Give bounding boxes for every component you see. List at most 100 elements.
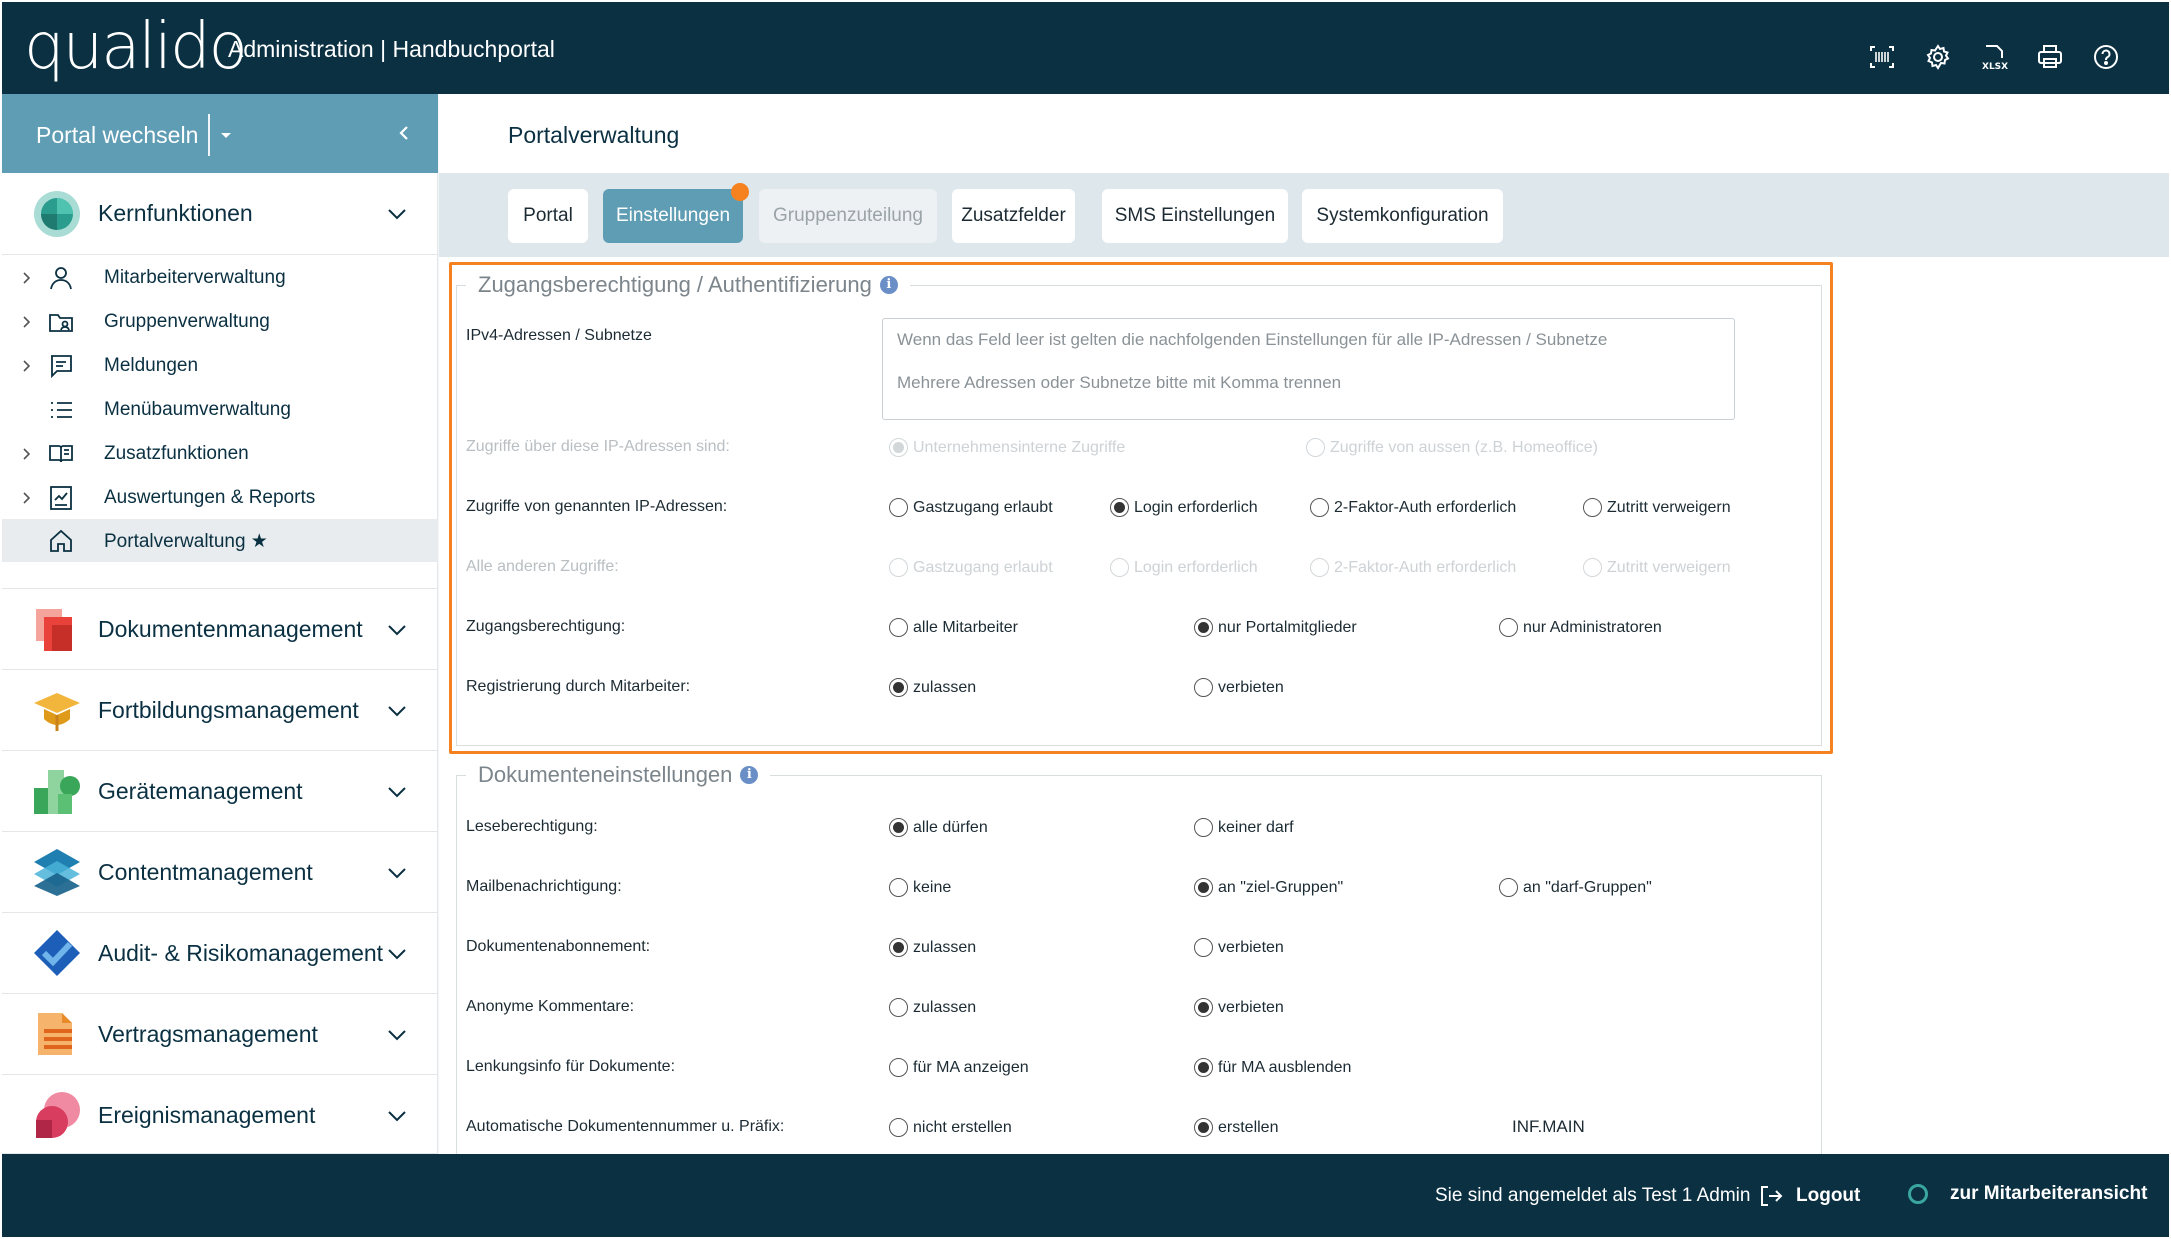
sidebar-item-menuebaumverwaltung[interactable]: Menübaumverwaltung xyxy=(2,388,438,431)
document-prefix-value[interactable]: INF.MAIN xyxy=(1512,1117,1585,1137)
section-dokumentenmanagement[interactable]: Dokumentenmanagement xyxy=(2,588,438,670)
radio-button[interactable] xyxy=(889,818,908,837)
section-ereignismanagement[interactable]: Ereignismanagement xyxy=(2,1075,438,1154)
radio-button[interactable] xyxy=(1194,618,1213,637)
radio-option[interactable]: 2-Faktor-Auth erforderlich xyxy=(1310,498,1516,517)
info-icon[interactable]: i xyxy=(879,276,898,294)
radio-option[interactable]: an "ziel-Gruppen" xyxy=(1194,878,1343,897)
radio-option[interactable]: nicht erstellen xyxy=(889,1118,1012,1137)
radio-option[interactable]: keine xyxy=(889,878,951,897)
chevron-down-icon[interactable] xyxy=(386,785,408,799)
tab-gruppenzuteilung[interactable]: Gruppenzuteilung xyxy=(759,189,937,243)
radio-option[interactable]: nur Portalmitglieder xyxy=(1194,618,1357,637)
radio-button[interactable] xyxy=(889,558,908,577)
radio-option[interactable]: für MA ausblenden xyxy=(1194,1058,1351,1077)
gear-icon[interactable] xyxy=(1923,42,1953,72)
employee-view-button[interactable]: zur Mitarbeiteransicht xyxy=(1908,1183,2147,1205)
radio-option[interactable]: für MA anzeigen xyxy=(889,1058,1029,1077)
radio-option[interactable]: Zutritt verweigern xyxy=(1583,498,1731,517)
radio-button[interactable] xyxy=(1194,678,1213,697)
radio-button[interactable] xyxy=(1194,938,1213,957)
radio-button[interactable] xyxy=(1194,878,1213,897)
radio-option[interactable]: zulassen xyxy=(889,998,976,1017)
radio-option[interactable]: Zutritt verweigern xyxy=(1583,558,1731,577)
radio-button[interactable] xyxy=(1583,498,1602,517)
chevron-down-icon[interactable] xyxy=(386,623,408,637)
tab-portal[interactable]: Portal xyxy=(508,189,588,243)
tab-systemkonfiguration[interactable]: Systemkonfiguration xyxy=(1302,189,1503,243)
help-icon[interactable] xyxy=(2091,42,2121,72)
ip-address-textarea[interactable]: Wenn das Feld leer ist gelten die nachfo… xyxy=(882,318,1735,420)
section-kernfunktionen[interactable]: Kernfunktionen xyxy=(2,173,438,255)
radio-option[interactable]: Login erforderlich xyxy=(1110,498,1258,517)
sidebar-item-gruppenverwaltung[interactable]: Gruppenverwaltung xyxy=(2,300,438,343)
barcode-icon[interactable] xyxy=(1867,42,1897,72)
radio-option[interactable]: verbieten xyxy=(1194,938,1284,957)
chevron-down-icon[interactable] xyxy=(386,947,408,961)
portal-switch-button[interactable]: Portal wechseln xyxy=(36,122,198,149)
sidebar-item-auswertungen[interactable]: Auswertungen & Reports xyxy=(2,476,438,519)
logout-button[interactable]: Logout xyxy=(1758,1183,1860,1209)
section-fortbildungsmanagement[interactable]: Fortbildungsmanagement xyxy=(2,670,438,751)
radio-button[interactable] xyxy=(1499,878,1518,897)
collapse-sidebar-icon[interactable] xyxy=(394,122,414,144)
chevron-right-icon[interactable] xyxy=(22,271,32,285)
radio-button[interactable] xyxy=(1499,618,1518,637)
radio-button[interactable] xyxy=(1194,818,1213,837)
caret-down-icon[interactable] xyxy=(218,128,234,142)
tab-sms-einstellungen[interactable]: SMS Einstellungen xyxy=(1102,189,1288,243)
section-vertragsmanagement[interactable]: Vertragsmanagement xyxy=(2,994,438,1075)
radio-button[interactable] xyxy=(1310,558,1329,577)
radio-button[interactable] xyxy=(1194,1058,1213,1077)
sidebar-item-meldungen[interactable]: Meldungen xyxy=(2,344,438,387)
radio-option[interactable]: an "darf-Gruppen" xyxy=(1499,878,1652,897)
radio-option[interactable]: nur Administratoren xyxy=(1499,618,1662,637)
chevron-right-icon[interactable] xyxy=(22,315,32,329)
radio-button[interactable] xyxy=(1110,558,1129,577)
section-contentmanagement[interactable]: Contentmanagement xyxy=(2,832,438,913)
chevron-up-icon[interactable] xyxy=(386,207,408,221)
radio-option[interactable]: 2-Faktor-Auth erforderlich xyxy=(1310,558,1516,577)
chevron-down-icon[interactable] xyxy=(386,1028,408,1042)
xlsx-icon[interactable]: XLSX xyxy=(1979,42,2009,72)
tab-zusatzfelder[interactable]: Zusatzfelder xyxy=(952,189,1075,243)
sidebar-item-zusatzfunktionen[interactable]: Zusatzfunktionen xyxy=(2,432,438,475)
radio-button[interactable] xyxy=(889,1058,908,1077)
radio-option[interactable]: alle Mitarbeiter xyxy=(889,618,1018,637)
radio-option[interactable]: zulassen xyxy=(889,678,976,697)
radio-option[interactable]: zulassen xyxy=(889,938,976,957)
chevron-right-icon[interactable] xyxy=(22,359,32,373)
radio-button[interactable] xyxy=(889,678,908,697)
radio-button[interactable] xyxy=(1110,498,1129,517)
radio-button[interactable] xyxy=(889,938,908,957)
radio-button[interactable] xyxy=(889,438,908,457)
radio-button[interactable] xyxy=(889,618,908,637)
section-audit-risikomanagement[interactable]: Audit- & Risikomanagement xyxy=(2,913,438,994)
radio-button[interactable] xyxy=(889,498,908,517)
radio-button[interactable] xyxy=(1194,998,1213,1017)
chevron-down-icon[interactable] xyxy=(386,704,408,718)
radio-button[interactable] xyxy=(889,998,908,1017)
section-geraetemanagement[interactable]: Gerätemanagement xyxy=(2,751,438,832)
radio-button[interactable] xyxy=(1306,438,1325,457)
chevron-down-icon[interactable] xyxy=(386,1109,408,1123)
radio-option[interactable]: keiner darf xyxy=(1194,818,1294,837)
radio-option[interactable]: alle dürfen xyxy=(889,818,988,837)
sidebar-item-portalverwaltung[interactable]: Portalverwaltung ★ xyxy=(2,519,438,562)
chevron-down-icon[interactable] xyxy=(386,866,408,880)
radio-option[interactable]: verbieten xyxy=(1194,998,1284,1017)
qualido-logo[interactable]: qualido xyxy=(24,10,248,84)
radio-option[interactable]: Login erforderlich xyxy=(1110,558,1258,577)
tab-einstellungen[interactable]: Einstellungen xyxy=(603,183,749,243)
chevron-right-icon[interactable] xyxy=(22,447,32,461)
chevron-right-icon[interactable] xyxy=(22,491,32,505)
radio-button[interactable] xyxy=(1194,1118,1213,1137)
radio-option[interactable]: Unternehmensinterne Zugriffe xyxy=(889,438,1125,457)
radio-option[interactable]: Zugriffe von aussen (z.B. Homeoffice) xyxy=(1306,438,1598,457)
info-icon[interactable]: i xyxy=(740,766,759,784)
radio-button[interactable] xyxy=(1583,558,1602,577)
radio-option[interactable]: verbieten xyxy=(1194,678,1284,697)
radio-button[interactable] xyxy=(889,878,908,897)
print-icon[interactable] xyxy=(2035,42,2065,72)
radio-option[interactable]: Gastzugang erlaubt xyxy=(889,558,1053,577)
